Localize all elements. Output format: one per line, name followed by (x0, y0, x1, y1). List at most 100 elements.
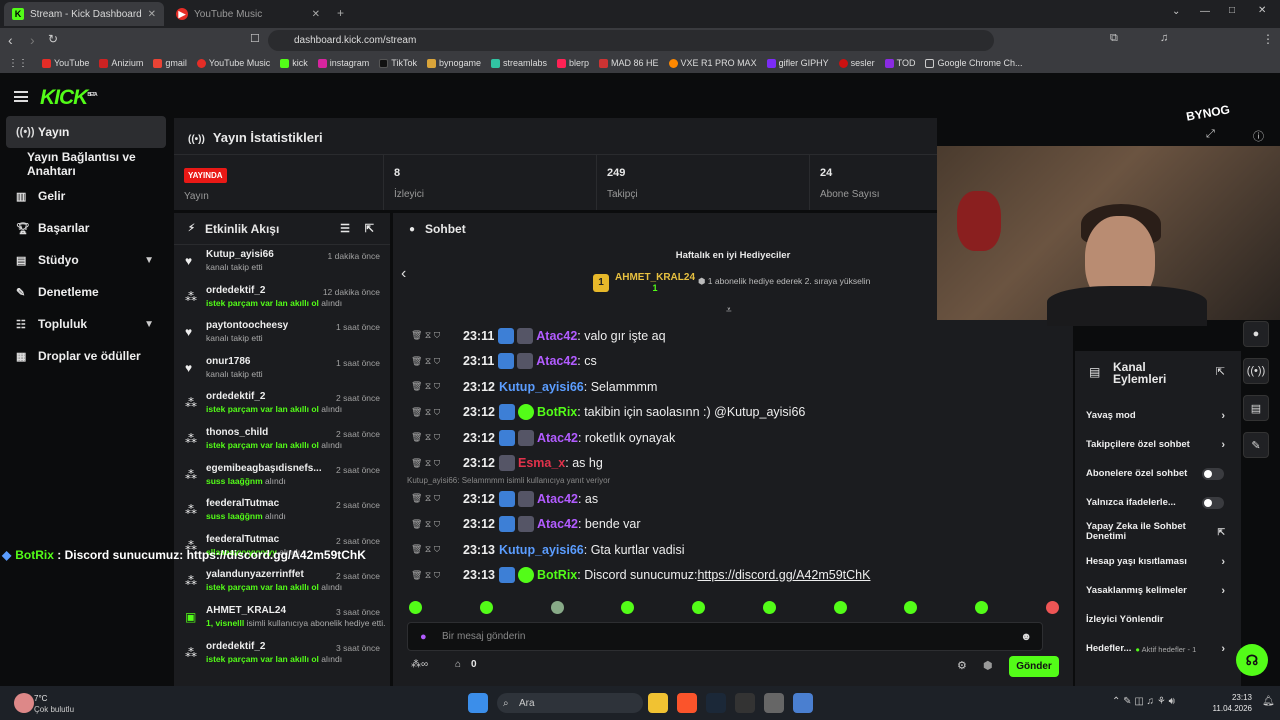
chat-message[interactable]: 🗑︎ ⧖ ⛉ 23:12 Atac42 : roketlık oynayak (393, 425, 1073, 451)
emote-icon[interactable] (621, 601, 635, 614)
message-tools[interactable]: 🗑︎ ⧖ ⛉ (411, 458, 457, 469)
music-icon[interactable]: ♫ (1160, 32, 1168, 44)
chat-message[interactable]: 🗑︎ ⧖ ⛉ 23:11 Atac42 : valo gır işte aq (393, 323, 1073, 349)
message-user[interactable]: Kutup_ayisi66 (499, 380, 584, 394)
message-user[interactable]: BotRix (537, 405, 577, 419)
message-user[interactable]: Atac42 (537, 431, 578, 445)
address-bar[interactable]: dashboard.kick.com/stream (268, 30, 994, 51)
message-tools[interactable]: 🗑︎ ⧖ ⛉ (411, 330, 457, 341)
chat-bubble-icon[interactable]: ● (1243, 321, 1269, 347)
activity-item[interactable]: ⁂ egemibeagbaşıdisnefs... 2 saat önce su… (174, 459, 390, 495)
message-user[interactable]: Kutup_ayisi66 (499, 543, 584, 557)
channel-action-item[interactable]: Yasaklanmış kelimeler › (1075, 576, 1241, 605)
minimize-button[interactable]: — (1200, 6, 1210, 17)
chevron-left-icon[interactable]: ‹ (401, 265, 406, 283)
apps-grid-icon[interactable]: ⋮⋮ (8, 58, 28, 69)
bookmark-gmail[interactable]: gmail (153, 58, 187, 68)
support-button[interactable]: ☊ (1236, 644, 1268, 676)
bookmark-bynogame[interactable]: bynogame (426, 58, 481, 68)
bookmark-anizium[interactable]: Anizium (99, 58, 143, 68)
toggle-switch[interactable] (1202, 467, 1224, 480)
wrench-icon[interactable]: ✎ (1243, 432, 1269, 458)
sidebar-item-topluluk[interactable]: ☷ Topluluk ▼ (0, 308, 172, 340)
bookmark-tiktok[interactable]: TikTok (379, 58, 417, 68)
sidebar-item-studyo[interactable]: ▤ Stüdyo ▼ (0, 244, 172, 276)
message-user[interactable]: Atac42 (536, 354, 577, 368)
activity-item[interactable]: ♥ paytontoocheesy 1 saat önce kanalı tak… (174, 316, 390, 352)
sidebar-item-gelir[interactable]: ▥ Gelir (0, 180, 172, 212)
channel-action-item[interactable]: Yalnızca ifadelerle... (1075, 489, 1241, 518)
activity-item[interactable]: ⁂ feederalTutmac 2 saat önce suss laağğn… (174, 494, 390, 530)
channel-action-item[interactable]: Takipçilere özel sohbet › (1075, 430, 1241, 459)
chat-message[interactable]: 🗑︎ ⧖ ⛉ 23:12 Atac42 : as (393, 486, 1073, 512)
channel-action-item[interactable]: Hesap yaşı kısıtlaması › (1075, 547, 1241, 576)
close-icon[interactable]: ✕ (148, 9, 156, 20)
bookmark-chrome-folder[interactable]: Google Chrome Ch... (925, 58, 1023, 68)
message-tools[interactable]: 🗑︎ ⧖ ⛉ (411, 570, 457, 581)
send-button[interactable]: Gönder (1009, 656, 1059, 677)
emote-icon[interactable] (762, 601, 776, 614)
activity-item[interactable]: ▣ AHMET_KRAL24 3 saat önce 1, visnelll i… (174, 601, 390, 637)
close-icon[interactable]: ✕ (312, 9, 320, 20)
emote-icon[interactable] (833, 601, 847, 614)
kick-logo[interactable]: KICKBETA (40, 86, 98, 110)
message-tools[interactable]: 🗑︎ ⧖ ⛉ (411, 356, 457, 367)
emote-icon[interactable] (692, 601, 706, 614)
sidebar-item-basarilar[interactable]: 🏆︎ Başarılar (0, 212, 172, 244)
channel-action-item[interactable]: Yapay Zeka ile Sohbet Denetimi ⇱ (1075, 518, 1241, 547)
popout-icon[interactable]: ⇱ (1216, 365, 1225, 378)
maximize-button[interactable]: □ (1229, 5, 1235, 16)
message-link[interactable]: https://discord.gg/A42m59tChK (697, 568, 870, 582)
channel-action-item[interactable]: Yavaş mod › (1075, 401, 1241, 430)
notification-icon[interactable]: 🔔︎ (1262, 696, 1275, 707)
sidebar-item-yayin[interactable]: ((•)) Yayın (6, 116, 166, 148)
steam-icon[interactable] (706, 693, 726, 713)
tab-youtube-music[interactable]: ▶ YouTube Music ✕ (168, 2, 328, 26)
bookmark-vxe[interactable]: VXE R1 PRO MAX (668, 58, 757, 68)
chat-message[interactable]: 🗑︎ ⧖ ⛉ 23:13 Kutup_ayisi66 : Gta kurtlar… (393, 537, 1073, 563)
message-user[interactable]: Atac42 (537, 517, 578, 531)
sidebar-item-droplar[interactable]: ▦ Droplar ve ödüller (0, 340, 172, 372)
activity-item[interactable]: ♥ Kutup_ayisi66 1 dakika önce kanalı tak… (174, 245, 390, 281)
extensions-icon[interactable]: ⧉ (1110, 32, 1118, 45)
activity-item[interactable]: ⁂ ordedektif_2 3 saat önce istek parçam … (174, 637, 390, 673)
channel-action-item[interactable]: İzleyici Yönlendir (1075, 605, 1241, 634)
chevron-down-icon[interactable]: ⌄ (1172, 6, 1180, 17)
expand-icon[interactable]: ⤢ (1206, 128, 1215, 141)
message-tools[interactable]: 🗑︎ ⧖ ⛉ (411, 381, 457, 392)
epic-games-icon[interactable] (735, 693, 755, 713)
bookmark-streamlabs[interactable]: streamlabs (491, 58, 547, 68)
toggle-switch[interactable] (1202, 497, 1224, 510)
chat-message[interactable]: 🗑︎ ⧖ ⛉ 23:12 Kutup_ayisi66 : Selammmm (393, 374, 1073, 400)
activity-item[interactable]: ⁂ thonos_child 2 saat önce istek parçam … (174, 423, 390, 459)
filter-icon[interactable]: ☰ (340, 222, 350, 235)
bookmark-blerp[interactable]: blerp (557, 58, 589, 68)
chat-message[interactable]: 🗑︎ ⧖ ⛉ 23:11 Atac42 : cs (393, 349, 1073, 375)
broadcast-icon[interactable]: ((•)) (1243, 358, 1269, 384)
activity-item[interactable]: ⁂ yalandunyazerrinffet 2 saat önce istek… (174, 565, 390, 601)
brave-icon[interactable] (677, 693, 697, 713)
activity-item[interactable]: ⁂ ordedektif_2 12 dakika önce istek parç… (174, 281, 390, 317)
message-user[interactable]: Esma_x (518, 456, 565, 470)
system-tray-icons[interactable]: ⌃ ✎ ◫ ♫ ⚘ 🔊︎ (1112, 696, 1175, 707)
bookmark-mad86[interactable]: MAD 86 HE (599, 58, 659, 68)
taskbar-search[interactable]: ⌕ Ara (497, 693, 643, 713)
emote-icon[interactable] (479, 601, 493, 614)
popout-icon[interactable]: ⇱ (365, 222, 374, 235)
microphone-icon[interactable]: ● (420, 631, 427, 643)
message-user[interactable]: BotRix (537, 568, 577, 582)
pin-icon[interactable]: ⩡ (726, 305, 732, 316)
message-tools[interactable]: 🗑︎ ⧖ ⛉ (411, 493, 457, 504)
emote-icon[interactable] (975, 601, 989, 614)
bot-icon[interactable]: ⬢ (983, 659, 993, 672)
bookmark-tod[interactable]: TOD (884, 58, 915, 68)
sidebar-item-stream-key[interactable]: Yayın Bağlantısı ve Anahtarı (0, 148, 172, 180)
message-user[interactable]: Atac42 (537, 492, 578, 506)
message-user[interactable]: Atac42 (536, 329, 577, 343)
channel-action-item[interactable]: Hedefler... ● Aktif hedefler - 1 › (1075, 635, 1241, 664)
message-tools[interactable]: 🗑︎ ⧖ ⛉ (411, 544, 457, 555)
bookmark-youtube[interactable]: YouTube (42, 58, 89, 68)
bookmark-icon[interactable]: ☐ (250, 32, 260, 45)
chat-message[interactable]: 🗑︎ ⧖ ⛉ 23:13 BotRix : Discord sunucumuz:… (393, 563, 1073, 589)
gear-icon[interactable]: ⚙ (957, 659, 967, 672)
